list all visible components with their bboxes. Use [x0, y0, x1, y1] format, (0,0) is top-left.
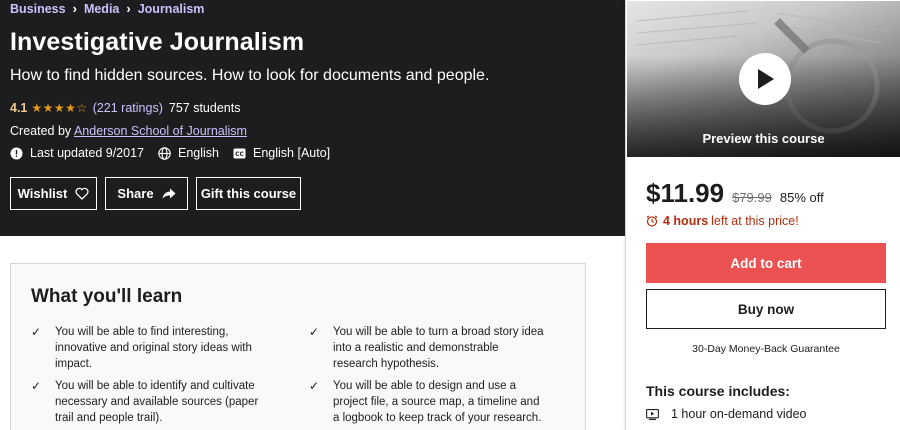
price-row: $11.99 $79.99 85% off [646, 178, 824, 209]
alarm-clock-icon [646, 215, 658, 227]
current-price: $11.99 [646, 178, 725, 208]
last-updated-text: Last updated 9/2017 [30, 146, 144, 160]
original-price: $79.99 [732, 190, 772, 205]
wishlist-label: Wishlist [17, 186, 68, 201]
breadcrumb: Business › Media › Journalism [10, 1, 204, 16]
svg-text:CC: CC [235, 151, 244, 158]
chevron-right-icon: › [126, 1, 131, 16]
created-by-label: Created by [10, 124, 72, 138]
learn-item-text: You will be able to find interesting, in… [55, 326, 252, 370]
check-icon: ✓ [31, 379, 42, 393]
last-updated: Last updated 9/2017 [10, 146, 144, 160]
globe-icon [158, 146, 171, 160]
what-you-learn-box: What you'll learn ✓ You will be able to … [10, 263, 586, 430]
add-to-cart-button[interactable]: Add to cart [646, 243, 886, 283]
gift-course-button[interactable]: Gift this course [196, 177, 301, 210]
include-item: 1 hour on-demand video [646, 407, 807, 421]
timer-hours: 4 hours [663, 214, 709, 228]
rating-row: 4.1 ★★★★☆ (221 ratings) 757 students [10, 101, 240, 115]
ratings-count-link[interactable]: (221 ratings) [93, 101, 163, 115]
check-icon: ✓ [309, 325, 320, 339]
language: English [158, 146, 219, 160]
learn-item: ✓ You will be able to turn a broad story… [309, 324, 545, 372]
course-subtitle: How to find hidden sources. How to look … [10, 67, 490, 84]
language-text: English [178, 146, 219, 160]
captions-text: English [Auto] [253, 146, 331, 160]
cc-icon: CC [233, 147, 246, 160]
share-label: Share [117, 186, 154, 201]
course-preview[interactable]: Preview this course [627, 1, 900, 157]
learn-item-text: You will be able to identify and cultiva… [55, 380, 259, 424]
price-timer: 4 hours left at this price! [646, 214, 799, 228]
learn-item-text: You will be able to turn a broad story i… [333, 326, 544, 370]
alert-badge-icon [10, 147, 23, 160]
purchase-sidebar: Preview this course $11.99 $79.99 85% of… [625, 0, 900, 430]
breadcrumb-journalism[interactable]: Journalism [138, 2, 205, 16]
breadcrumb-media[interactable]: Media [84, 2, 119, 16]
play-icon[interactable] [739, 53, 791, 105]
chevron-right-icon: › [72, 1, 77, 16]
wishlist-button[interactable]: Wishlist [10, 177, 97, 210]
preview-label: Preview this course [702, 131, 825, 146]
created-by: Created by Anderson School of Journalism [10, 124, 247, 138]
buy-now-button[interactable]: Buy now [646, 289, 886, 329]
action-buttons: Wishlist Share Gift this course [10, 177, 309, 210]
learn-item: ✓ You will be able to identify and culti… [31, 378, 267, 426]
course-meta: Last updated 9/2017 English CC English [… [10, 146, 344, 160]
learn-item-text: You will be able to design and use a pro… [333, 380, 542, 424]
timer-text: left at this price! [711, 214, 799, 228]
rating-value: 4.1 [10, 101, 28, 115]
course-title: Investigative Journalism [10, 28, 305, 56]
learn-item: ✓ You will be able to find interesting, … [31, 324, 267, 372]
includes-title: This course includes: [646, 383, 790, 399]
check-icon: ✓ [31, 325, 42, 339]
money-back-guarantee: 30-Day Money-Back Guarantee [692, 343, 840, 355]
share-button[interactable]: Share [105, 177, 188, 210]
check-icon: ✓ [309, 379, 320, 393]
video-icon [646, 408, 659, 420]
heart-icon [75, 187, 89, 200]
include-item-text: 1 hour on-demand video [671, 407, 807, 421]
learn-item: ✓ You will be able to design and use a p… [309, 378, 545, 426]
breadcrumb-business[interactable]: Business [10, 2, 66, 16]
author-link[interactable]: Anderson School of Journalism [74, 124, 247, 138]
discount-badge: 85% off [779, 190, 824, 205]
star-icon: ★★★★☆ [31, 101, 88, 115]
what-you-learn-title: What you'll learn [31, 286, 183, 307]
students-count: 757 students [168, 101, 241, 115]
share-arrow-icon [162, 188, 176, 200]
captions: CC English [Auto] [233, 146, 330, 160]
